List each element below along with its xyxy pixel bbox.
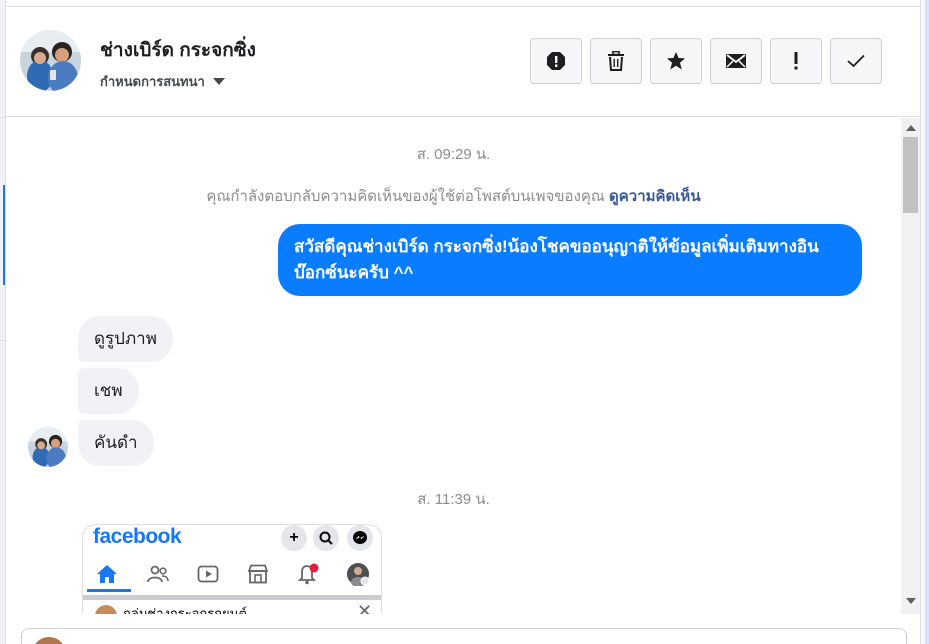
plus-icon: +	[281, 525, 307, 551]
marketplace-icon	[245, 561, 271, 587]
profile-menu-icon	[345, 561, 371, 587]
thread-scrollbar[interactable]	[901, 118, 920, 614]
outgoing-message-bubble[interactable]: สวัสดีคุณช่างเบิร์ด กระจกซิ่ง!น้องโชคขออ…	[278, 224, 862, 296]
star-button[interactable]	[650, 38, 702, 84]
delete-button[interactable]	[590, 38, 642, 84]
assign-conversation-dropdown[interactable]: กำหนดการสนทนา	[100, 71, 225, 92]
report-icon	[546, 51, 566, 71]
checkmark-icon	[847, 54, 865, 68]
sender-avatar[interactable]	[28, 427, 68, 467]
trash-icon	[607, 51, 625, 71]
close-icon: ✕	[357, 601, 373, 614]
home-icon	[94, 561, 120, 587]
mail-icon	[725, 53, 747, 69]
caret-down-icon	[212, 78, 225, 85]
contact-name[interactable]: ช่างเบิร์ด กระจกซิ่ง	[100, 35, 256, 65]
message-thread[interactable]: ส. 09:29 น. คุณกำลังตอบกลับความคิดเห็นขอ…	[6, 118, 901, 614]
search-icon	[313, 525, 339, 551]
post-avatar	[95, 605, 117, 614]
exclamation-icon	[793, 52, 799, 70]
mark-unread-button[interactable]	[710, 38, 762, 84]
incoming-message-bubble[interactable]: เชพ	[78, 368, 139, 414]
header-actions	[530, 38, 882, 84]
image-attachment[interactable]: facebook + กลุ่มช่างกระจกรถยนต์ ... ✕	[82, 524, 382, 614]
post-preview-text: กลุ่มช่างกระจกรถยนต์ ...	[123, 606, 262, 614]
view-comment-link[interactable]: ดูความคิดเห็น	[609, 188, 701, 205]
report-button[interactable]	[530, 38, 582, 84]
assign-label: กำหนดการสนทนา	[100, 74, 205, 89]
reply-composer[interactable]	[21, 628, 907, 644]
incoming-message-bubble[interactable]: คันดำ	[78, 420, 154, 466]
notice-text: คุณกำลังตอบกลับความคิดเห็นของผู้ใช้ต่อโพ…	[206, 188, 610, 205]
mark-done-button[interactable]	[830, 38, 882, 84]
scroll-down-arrow-icon[interactable]	[906, 598, 916, 604]
scroll-up-arrow-icon[interactable]	[906, 125, 916, 131]
facebook-tab-bar	[83, 557, 381, 593]
conversation-header: ช่างเบิร์ด กระจกซิ่ง กำหนดการสนทนา	[6, 7, 920, 117]
watch-icon	[195, 561, 221, 587]
contact-avatar[interactable]	[20, 30, 81, 91]
right-panel-edge	[920, 0, 929, 644]
messenger-icon	[347, 525, 373, 551]
page-avatar	[32, 637, 66, 644]
facebook-logo: facebook	[93, 525, 182, 548]
incoming-message-bubble[interactable]: ดูรูปภาพ	[78, 316, 173, 362]
divider	[83, 595, 381, 600]
comment-reply-notice: คุณกำลังตอบกลับความคิดเห็นของผู้ใช้ต่อโพ…	[6, 184, 901, 208]
friends-icon	[145, 561, 171, 587]
message-timestamp: ส. 11:39 น.	[417, 491, 490, 508]
scrollbar-thumb[interactable]	[903, 137, 918, 213]
star-icon	[666, 51, 686, 71]
flag-important-button[interactable]	[770, 38, 822, 84]
message-timestamp: ส. 09:29 น.	[416, 146, 491, 163]
notifications-icon	[295, 561, 321, 587]
active-tab-indicator	[87, 589, 131, 592]
selected-conversation-indicator	[3, 185, 5, 285]
